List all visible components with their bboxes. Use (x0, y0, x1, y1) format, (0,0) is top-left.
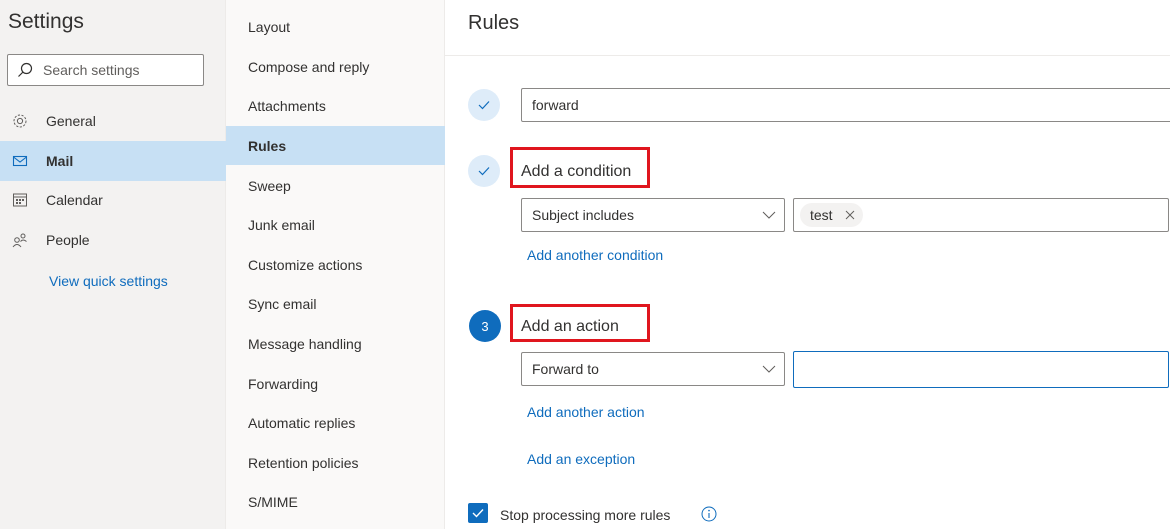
stop-processing-label: Stop processing more rules (500, 507, 671, 523)
remove-chip-icon[interactable] (845, 210, 855, 220)
nav-sync-email[interactable]: Sync email (226, 284, 445, 323)
chip-label: test (810, 207, 833, 223)
checkmark-icon (478, 101, 490, 110)
step-number-badge: 3 (469, 310, 501, 342)
condition-type-value: Subject includes (532, 207, 634, 223)
search-icon (18, 62, 33, 77)
category-label: General (46, 113, 96, 129)
nav-compose-and-reply[interactable]: Compose and reply (226, 47, 445, 86)
action-type-value: Forward to (532, 361, 599, 377)
add-another-condition-link[interactable]: Add another condition (527, 247, 663, 263)
page-title: Rules (468, 12, 520, 34)
view-quick-settings-link[interactable]: View quick settings (49, 273, 168, 289)
category-label: Calendar (46, 192, 103, 208)
nav-sweep[interactable]: Sweep (226, 166, 445, 205)
condition-type-dropdown[interactable]: Subject includes (521, 198, 785, 232)
add-exception-link[interactable]: Add an exception (527, 451, 635, 467)
action-type-dropdown[interactable]: Forward to (521, 352, 785, 386)
divider (445, 55, 1170, 56)
nav-attachments[interactable]: Attachments (226, 86, 445, 125)
nav-layout[interactable]: Layout (226, 7, 445, 46)
nav-rules[interactable]: Rules (226, 126, 445, 165)
forward-to-input[interactable] (793, 351, 1169, 388)
category-label: People (46, 232, 90, 248)
add-another-action-link[interactable]: Add another action (527, 404, 645, 420)
category-calendar[interactable]: Calendar (0, 180, 226, 220)
nav-junk-email[interactable]: Junk email (226, 205, 445, 244)
condition-value-input[interactable]: test (793, 198, 1169, 232)
keyword-chip: test (800, 203, 863, 227)
category-label: Mail (46, 153, 74, 169)
gear-icon (12, 113, 28, 129)
calendar-icon (12, 192, 28, 208)
rule-name-input[interactable]: forward (521, 88, 1170, 122)
nav-forwarding[interactable]: Forwarding (226, 364, 445, 403)
step-complete-badge (468, 155, 500, 187)
nav-automatic-replies[interactable]: Automatic replies (226, 403, 445, 442)
nav-smime[interactable]: S/MIME (226, 482, 445, 521)
search-input[interactable] (43, 62, 193, 78)
search-box[interactable] (7, 54, 204, 86)
mail-settings-nav: Layout Compose and reply Attachments Rul… (226, 0, 445, 529)
settings-sidebar: Settings General Mail Calendar People Vi… (0, 0, 226, 529)
category-people[interactable]: People (0, 220, 226, 260)
people-icon (12, 232, 28, 248)
info-icon[interactable] (701, 506, 717, 522)
chevron-down-icon (762, 365, 776, 373)
chevron-down-icon (762, 211, 776, 219)
mail-icon (12, 153, 28, 169)
nav-customize-actions[interactable]: Customize actions (226, 245, 445, 284)
highlight-box (510, 304, 650, 342)
category-general[interactable]: General (0, 101, 226, 141)
step-complete-badge (468, 89, 500, 121)
checkmark-icon (472, 509, 484, 518)
nav-retention-policies[interactable]: Retention policies (226, 443, 445, 482)
settings-title: Settings (8, 10, 84, 33)
rules-panel: Rules forward Add a condition Subject in… (445, 0, 1170, 529)
checkmark-icon (478, 167, 490, 176)
category-mail[interactable]: Mail (0, 141, 226, 181)
highlight-box (510, 147, 650, 188)
stop-processing-checkbox[interactable] (468, 503, 488, 523)
nav-message-handling[interactable]: Message handling (226, 324, 445, 363)
